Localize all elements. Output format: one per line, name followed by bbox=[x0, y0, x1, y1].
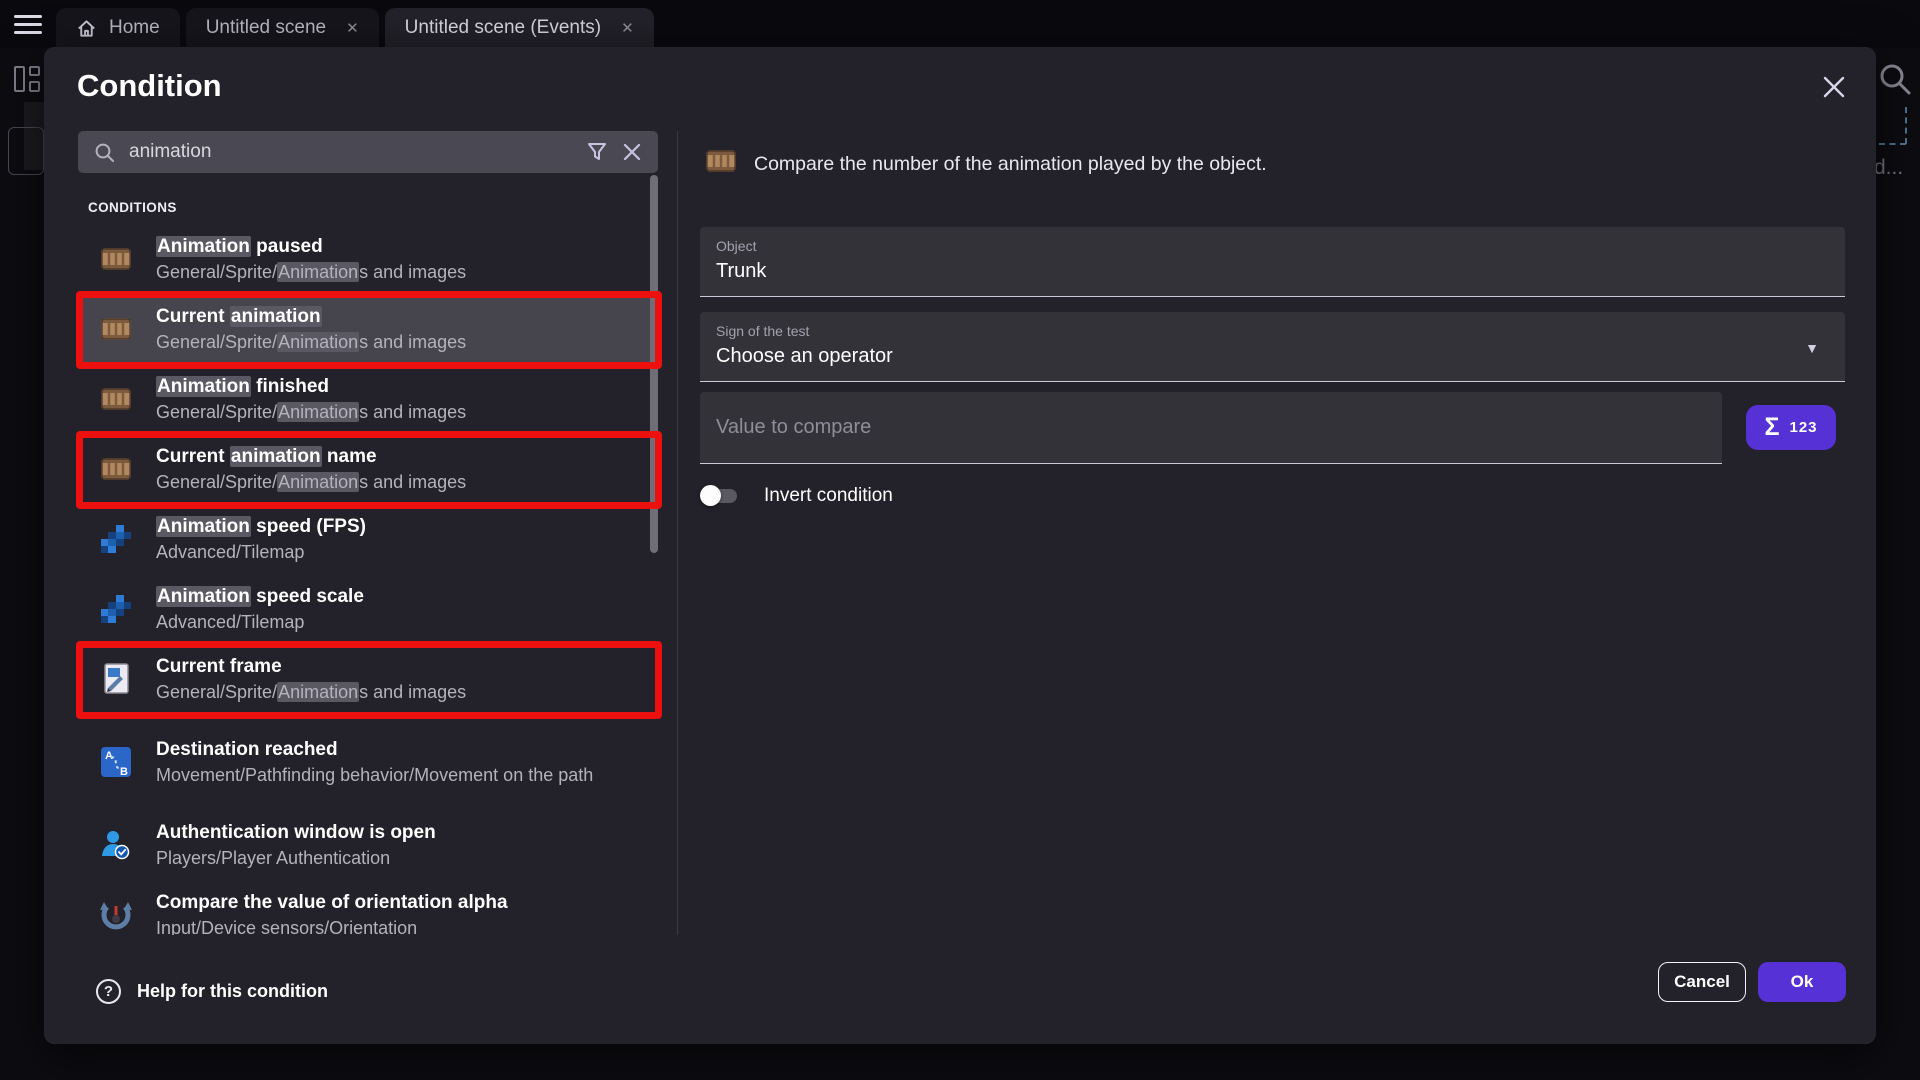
search-icon bbox=[94, 142, 115, 163]
condition-item-text: Compare the value of orientation alphaIn… bbox=[156, 890, 508, 936]
sigma-icon: Σ bbox=[1764, 413, 1779, 442]
condition-list-item[interactable]: Animation pausedGeneral/Sprite/Animation… bbox=[78, 224, 658, 294]
condition-list-item[interactable]: Compare the value of orientation alphaIn… bbox=[78, 880, 658, 935]
dialog-title: Condition bbox=[77, 68, 222, 104]
condition-description-row: Compare the number of the animation play… bbox=[704, 145, 1267, 183]
condition-list-item[interactable]: Animation speed scaleAdvanced/Tilemap bbox=[78, 574, 658, 644]
background-button-partial bbox=[8, 127, 44, 175]
sprite-animation-icon bbox=[98, 383, 134, 415]
object-field-value: Trunk bbox=[716, 260, 1829, 283]
tab-bar: HomeUntitled scene✕Untitled scene (Event… bbox=[0, 0, 1920, 48]
value-input[interactable] bbox=[716, 416, 1706, 439]
filter-icon[interactable] bbox=[586, 141, 608, 163]
help-icon: ? bbox=[96, 979, 121, 1004]
sprite-animation-icon bbox=[704, 145, 738, 183]
tab-home[interactable]: Home bbox=[56, 8, 180, 48]
invert-condition-label: Invert condition bbox=[764, 485, 893, 507]
list-section-header: CONDITIONS bbox=[88, 200, 177, 215]
condition-item-text: Animation speed scaleAdvanced/Tilemap bbox=[156, 584, 364, 635]
chevron-down-icon[interactable]: ▼ bbox=[1805, 340, 1819, 356]
help-label: Help for this condition bbox=[137, 981, 328, 1002]
operator-select-value: Choose an operator bbox=[716, 345, 1829, 368]
ok-button[interactable]: Ok bbox=[1758, 962, 1846, 1002]
pathfinding-icon: AB bbox=[98, 745, 134, 779]
conditions-list: Animation pausedGeneral/Sprite/Animation… bbox=[78, 224, 658, 935]
tab-label: Home bbox=[109, 17, 160, 39]
tilemap-icon bbox=[98, 523, 134, 555]
value-field[interactable] bbox=[700, 392, 1722, 464]
clear-search-icon[interactable] bbox=[622, 142, 642, 162]
tab-close-icon[interactable]: ✕ bbox=[346, 19, 359, 37]
player-auth-icon bbox=[98, 828, 134, 862]
condition-item-text: Current animationGeneral/Sprite/Animatio… bbox=[156, 304, 466, 355]
operator-select-label: Sign of the test bbox=[716, 323, 1829, 339]
close-icon[interactable] bbox=[1812, 65, 1856, 109]
tilemap-icon bbox=[98, 593, 134, 625]
svg-text:A: A bbox=[105, 750, 113, 762]
home-icon bbox=[76, 18, 97, 39]
screen: HomeUntitled scene✕Untitled scene (Event… bbox=[0, 0, 1920, 1080]
invert-condition-toggle[interactable] bbox=[700, 485, 740, 507]
sprite-animation-icon bbox=[98, 243, 134, 275]
scrollbar-thumb[interactable] bbox=[650, 175, 658, 553]
search-input[interactable] bbox=[129, 141, 572, 163]
object-field[interactable]: Object Trunk bbox=[700, 227, 1845, 297]
svg-text:B: B bbox=[120, 766, 128, 778]
search-icon[interactable] bbox=[1877, 61, 1913, 102]
condition-item-text: Authentication window is openPlayers/Pla… bbox=[156, 820, 436, 871]
frame-icon bbox=[98, 662, 134, 696]
orientation-icon bbox=[98, 898, 134, 932]
condition-item-text: Current animation nameGeneral/Sprite/Ani… bbox=[156, 444, 466, 495]
condition-item-text: Animation speed (FPS)Advanced/Tilemap bbox=[156, 514, 366, 565]
condition-list-item[interactable]: Current frameGeneral/Sprite/Animations a… bbox=[78, 644, 658, 714]
expression-builder-button[interactable]: Σ 123 bbox=[1746, 405, 1836, 450]
cancel-button[interactable]: Cancel bbox=[1658, 962, 1746, 1002]
help-link[interactable]: ? Help for this condition bbox=[96, 979, 328, 1004]
menu-icon[interactable] bbox=[14, 15, 42, 34]
sprite-animation-icon bbox=[98, 453, 134, 485]
tab-label: Untitled scene bbox=[206, 17, 326, 39]
condition-item-text: Animation finishedGeneral/Sprite/Animati… bbox=[156, 374, 466, 425]
operator-select[interactable]: Sign of the test Choose an operator ▼ bbox=[700, 312, 1845, 382]
tab-label: Untitled scene (Events) bbox=[405, 17, 601, 39]
tab-untitled-scene-events-[interactable]: Untitled scene (Events) ✕ bbox=[385, 8, 654, 48]
condition-list-item[interactable]: AB Destination reachedMovement/Pathfindin… bbox=[78, 714, 658, 810]
condition-item-text: Current frameGeneral/Sprite/Animations a… bbox=[156, 654, 466, 705]
condition-list-item[interactable]: Animation speed (FPS)Advanced/Tilemap bbox=[78, 504, 658, 574]
layout-grid-icon[interactable] bbox=[14, 64, 42, 94]
condition-list-item[interactable]: Current animationGeneral/Sprite/Animatio… bbox=[78, 294, 658, 364]
condition-item-text: Destination reachedMovement/Pathfinding … bbox=[156, 737, 593, 788]
condition-dialog: Condition CONDITIONS Animation pausedGen… bbox=[44, 47, 1876, 1044]
tab-untitled-scene[interactable]: Untitled scene ✕ bbox=[186, 8, 379, 48]
object-field-label: Object bbox=[716, 238, 1829, 254]
condition-list-item[interactable]: Authentication window is openPlayers/Pla… bbox=[78, 810, 658, 880]
condition-list-item[interactable]: Current animation nameGeneral/Sprite/Ani… bbox=[78, 434, 658, 504]
panel-divider bbox=[677, 131, 678, 935]
condition-list-item[interactable]: Animation finishedGeneral/Sprite/Animati… bbox=[78, 364, 658, 434]
selection-dashed-border bbox=[1905, 107, 1907, 144]
truncated-text: d... bbox=[1874, 156, 1903, 180]
search-bar[interactable] bbox=[78, 131, 658, 173]
invert-condition-row: Invert condition bbox=[700, 485, 893, 507]
sprite-animation-icon bbox=[98, 313, 134, 345]
condition-item-text: Animation pausedGeneral/Sprite/Animation… bbox=[156, 234, 466, 285]
tab-close-icon[interactable]: ✕ bbox=[621, 19, 634, 37]
condition-description: Compare the number of the animation play… bbox=[754, 153, 1267, 176]
selection-dashed-border bbox=[1879, 143, 1906, 145]
numbers-icon: 123 bbox=[1789, 419, 1817, 436]
